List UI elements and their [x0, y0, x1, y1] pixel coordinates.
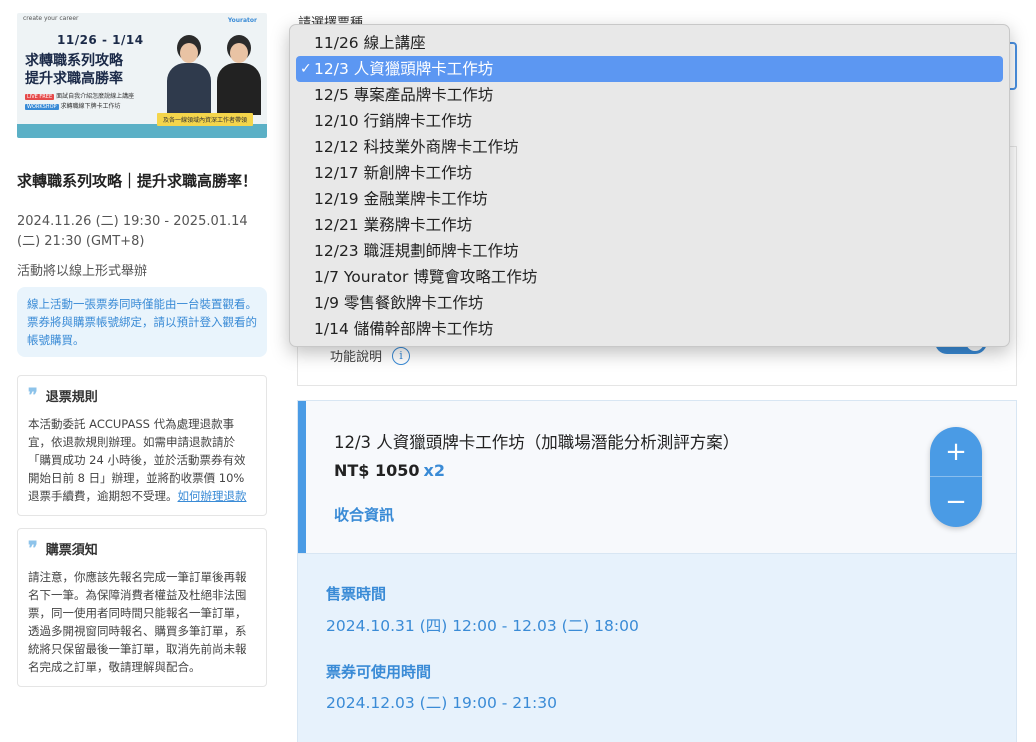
- ticket-type-dropdown: 11/26 線上講座 ✓ 12/3 人資獵頭牌卡工作坊 12/5 專案產品牌卡工作…: [289, 24, 1010, 347]
- ticket-option[interactable]: 1/9 零售餐飲牌卡工作坊: [296, 290, 1003, 316]
- option-label: 12/12 科技業外商牌卡工作坊: [314, 138, 519, 156]
- purchase-notes-body: 請注意，你應該先報名完成一筆訂單後再報名下一筆。為保障消費者權益及杜絕非法囤票，…: [28, 570, 247, 674]
- option-label: 12/21 業務牌卡工作坊: [314, 216, 473, 234]
- refund-rules-card: ❞ 退票規則 本活動委託 ACCUPASS 代為處理退款事宜，依退款規則辦理。如需…: [17, 375, 267, 516]
- ticket-option[interactable]: 12/21 業務牌卡工作坊: [296, 212, 1003, 238]
- purchase-notes-heading: ❞ 購票須知: [28, 539, 256, 558]
- ticket-option[interactable]: 1/7 Yourator 博覽會攻略工作坊: [296, 264, 1003, 290]
- ticket-option[interactable]: 12/23 職涯規劃師牌卡工作坊: [296, 238, 1003, 264]
- banner-title-2: 提升求職高勝率: [25, 71, 123, 87]
- ticket-name: 12/3 人資獵頭牌卡工作坊（加職場潛能分析測評方案）: [334, 433, 740, 452]
- option-label: 1/9 零售餐飲牌卡工作坊: [314, 294, 484, 312]
- ticket-option[interactable]: 12/17 新創牌卡工作坊: [296, 160, 1003, 186]
- online-notice: 線上活動一張票券同時僅能由一台裝置觀看。票券將與購票帳號綁定，請以預計登入觀看的…: [17, 287, 267, 357]
- banner-logo: Yourator: [227, 17, 257, 24]
- collapse-info-link[interactable]: 收合資訊: [334, 504, 394, 525]
- banner-line-2: WORKSHOP 求轉職線下牌卡工作坊: [25, 101, 121, 110]
- plus-icon[interactable]: +: [930, 427, 982, 477]
- function-label: 功能說明: [330, 350, 383, 365]
- option-label: 12/5 專案產品牌卡工作坊: [314, 86, 494, 104]
- speaker-photo-2: [215, 35, 263, 115]
- banner-bar: [17, 124, 267, 138]
- ticket-accent-bar: [298, 401, 306, 553]
- sale-time-label: 售票時間: [326, 585, 387, 603]
- option-label: 12/10 行銷牌卡工作坊: [314, 112, 473, 130]
- purchase-notes-card: ❞ 購票須知 請注意，你應該先報名完成一筆訂單後再報名下一筆。為保障消費者權益及杜…: [17, 528, 267, 687]
- ticket-option[interactable]: 12/19 金融業牌卡工作坊: [296, 186, 1003, 212]
- option-label: 12/17 新創牌卡工作坊: [314, 164, 473, 182]
- speaker-photo-1: [165, 35, 213, 115]
- ticket-qty: x2: [423, 461, 445, 480]
- ticket-card: 12/3 人資獵頭牌卡工作坊（加職場潛能分析測評方案） NT$ 1050 x2 收…: [297, 400, 1017, 554]
- banner-tag-2: WORKSHOP: [25, 104, 59, 110]
- refund-howto-link[interactable]: 如何辦理退款: [178, 489, 247, 503]
- refund-rules-title: 退票規則: [45, 390, 98, 405]
- purchase-notes-title: 購票須知: [45, 543, 98, 558]
- ticket-price: NT$ 1050: [334, 461, 420, 480]
- ticket-option[interactable]: 11/26 線上講座: [296, 30, 1003, 56]
- minus-icon[interactable]: −: [930, 477, 982, 527]
- ticket-option[interactable]: ✓ 12/3 人資獵頭牌卡工作坊: [296, 56, 1003, 82]
- event-mode: 活動將以線上形式舉辦: [17, 264, 148, 279]
- event-title: 求轉職系列攻略｜提升求職高勝率！: [17, 172, 258, 190]
- banner-line-2-text: 求轉職線下牌卡工作坊: [60, 103, 121, 110]
- quote-icon: ❞: [28, 537, 38, 559]
- sale-time-value: 2024.10.31 (四) 12:00 - 12.03 (二) 18:00: [326, 617, 639, 635]
- option-label: 12/23 職涯規劃師牌卡工作坊: [314, 242, 519, 260]
- banner-tag-1: LIVE FREE: [25, 94, 55, 100]
- banner-title-1: 求轉職系列攻略: [25, 53, 123, 69]
- use-time-label: 票券可使用時間: [326, 663, 432, 681]
- ticket-option[interactable]: 12/5 專案產品牌卡工作坊: [296, 82, 1003, 108]
- ticket-option[interactable]: 12/10 行銷牌卡工作坊: [296, 108, 1003, 134]
- refund-rules-heading: ❞ 退票規則: [28, 386, 256, 405]
- use-time-value: 2024.12.03 (二) 19:00 - 21:30: [326, 694, 557, 712]
- quantity-stepper: + −: [930, 427, 982, 527]
- check-icon: ✓: [300, 61, 312, 77]
- banner-head: create your career: [23, 15, 79, 22]
- ticket-price-row: NT$ 1050 x2: [334, 461, 445, 480]
- banner-line-1-text: 面試自我介紹怎麼說線上講座: [56, 93, 135, 100]
- banner-cta: 及各一線領域內資深工作者帶領: [157, 113, 254, 126]
- quote-icon: ❞: [28, 384, 38, 406]
- option-label: 12/19 金融業牌卡工作坊: [314, 190, 488, 208]
- event-date: 2024.11.26 (二) 19:30 - 2025.01.14 (二) 21…: [17, 214, 248, 249]
- banner-line-1: LIVE FREE 面試自我介紹怎麼說線上講座: [25, 91, 134, 100]
- event-sidebar: create your career Yourator 11/26 - 1/14…: [17, 13, 267, 687]
- banner-dates: 11/26 - 1/14: [57, 33, 144, 47]
- option-label: 11/26 線上講座: [314, 34, 426, 52]
- refund-rules-text: 本活動委託 ACCUPASS 代為處理退款事宜，依退款規則辦理。如需申請退款請於…: [28, 415, 256, 505]
- function-info: 功能說明 i: [330, 346, 411, 365]
- ticket-option[interactable]: 1/14 儲備幹部牌卡工作坊: [296, 316, 1003, 342]
- event-banner: create your career Yourator 11/26 - 1/14…: [17, 13, 267, 138]
- option-label: 1/14 儲備幹部牌卡工作坊: [314, 320, 494, 338]
- info-icon[interactable]: i: [392, 346, 411, 365]
- ticket-option[interactable]: 12/12 科技業外商牌卡工作坊: [296, 134, 1003, 160]
- ticket-details: 售票時間 2024.10.31 (四) 12:00 - 12.03 (二) 18…: [297, 554, 1017, 742]
- option-label: 12/3 人資獵頭牌卡工作坊: [314, 60, 494, 78]
- option-label: 1/7 Yourator 博覽會攻略工作坊: [314, 268, 538, 286]
